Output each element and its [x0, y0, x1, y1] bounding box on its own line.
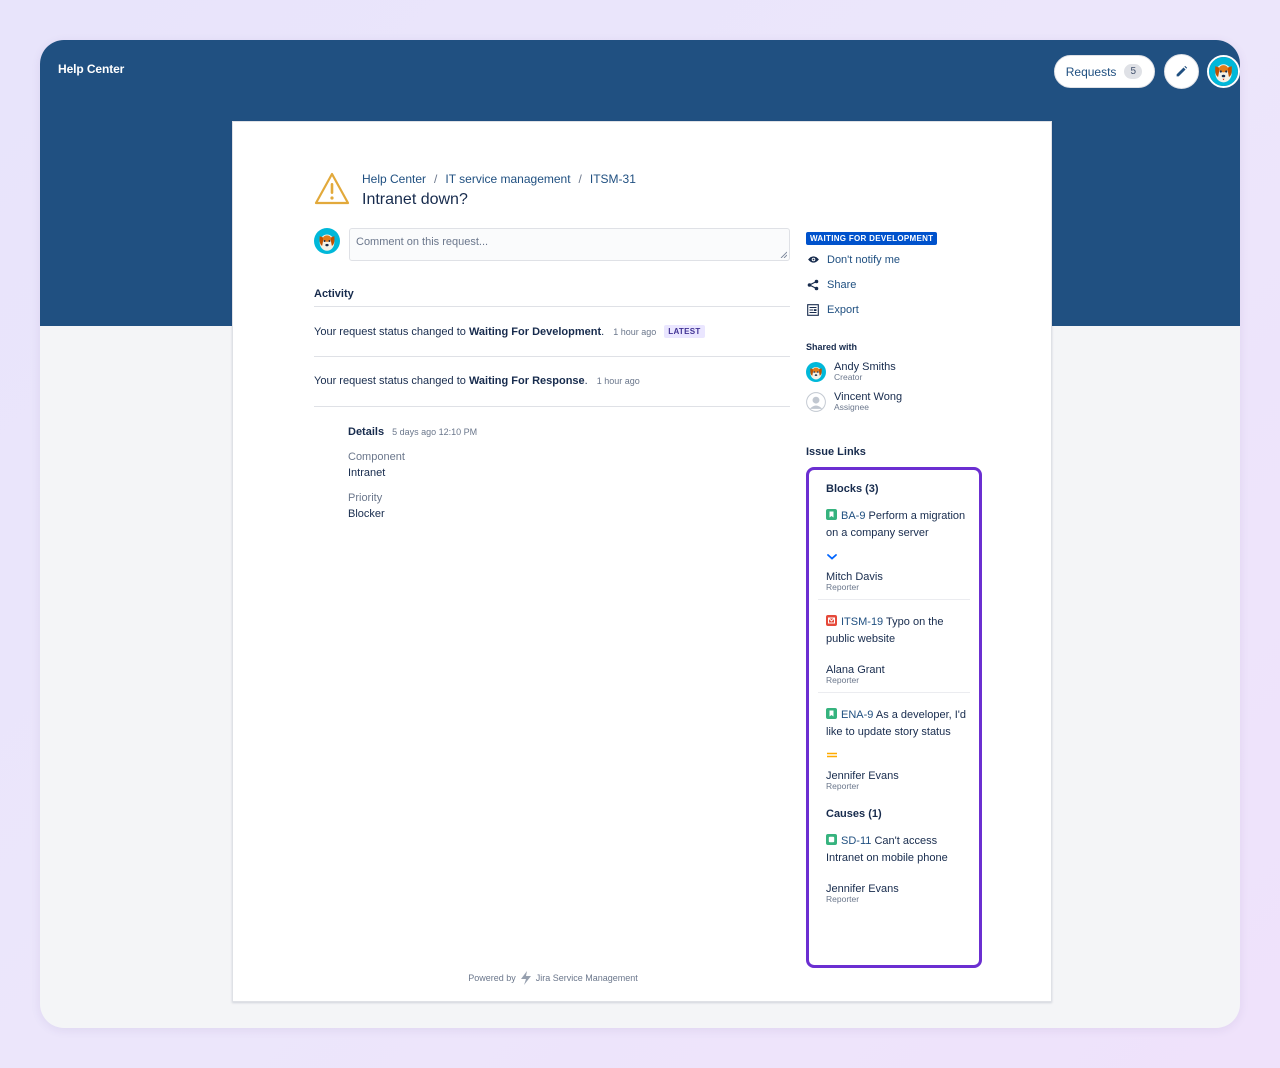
comment-placeholder: Comment on this request...	[356, 236, 489, 248]
shared-with-heading: Shared with	[806, 342, 858, 352]
default-avatar-icon	[806, 392, 826, 412]
reporter-role: Reporter	[826, 894, 860, 904]
incident-icon	[826, 615, 837, 626]
breadcrumb-separator: /	[578, 172, 582, 186]
export-label: Export	[827, 303, 859, 316]
user-avatar	[314, 228, 340, 254]
activity-item: Your request status changed to Waiting F…	[314, 325, 705, 338]
issue-key[interactable]: SD-11	[841, 835, 871, 847]
breadcrumb: Help Center / IT service management / IT…	[362, 172, 636, 186]
export-icon	[806, 303, 820, 316]
details-section: Details 5 days ago 12:10 PM Component In…	[348, 426, 477, 520]
reporter: Jennifer Evans Reporter	[826, 883, 979, 904]
field-value: Intranet	[348, 467, 386, 479]
breadcrumb-separator: /	[434, 172, 438, 186]
user-avatar[interactable]	[1207, 55, 1240, 88]
service-request-icon	[826, 834, 837, 845]
field-value: Blocker	[348, 508, 385, 520]
activity-suffix: .	[601, 325, 605, 338]
breadcrumb-it-service-management[interactable]: IT service management	[445, 172, 570, 186]
requests-label: Requests	[1065, 64, 1117, 79]
request-sidebar: WAITING FOR DEVELOPMENT Don't notify me …	[806, 228, 1006, 412]
details-time: 5 days ago 12:10 PM	[392, 427, 478, 437]
page-title: Intranet down?	[362, 191, 468, 208]
person-role: Creator	[834, 372, 863, 382]
chevron-down-icon	[826, 548, 979, 562]
jira-logo-icon	[520, 971, 531, 985]
footer: Powered by Jira Service Management	[233, 971, 1053, 985]
linked-issue[interactable]: ENA-9 As a developer, I'd like to update…	[826, 707, 968, 740]
activity-status: Waiting For Development	[468, 325, 602, 338]
reporter-role: Reporter	[826, 675, 860, 685]
breadcrumb-issue-key[interactable]: ITSM-31	[590, 172, 636, 186]
warning-icon	[314, 172, 350, 205]
divider	[314, 356, 790, 357]
request-card: Help Center / IT service management / IT…	[232, 121, 1052, 1002]
top-actions: Requests 5	[1053, 54, 1240, 89]
requests-count-badge: 5	[1124, 64, 1142, 79]
reporter: Jennifer Evans Reporter	[826, 770, 979, 791]
story-icon	[826, 509, 837, 520]
eye-icon	[806, 255, 820, 264]
divider	[314, 306, 790, 307]
activity-text: Your request status changed to	[314, 375, 466, 387]
reporter: Mitch Davis Reporter	[826, 571, 979, 592]
comment-input[interactable]: Comment on this request...	[349, 228, 790, 261]
dont-notify-button[interactable]: Don't notify me	[806, 247, 1006, 272]
link-group-title: Blocks (3)	[826, 483, 879, 495]
reporter: Alana Grant Reporter	[826, 664, 979, 685]
divider	[818, 692, 970, 693]
help-center-title[interactable]: Help Center	[58, 62, 124, 76]
product-name[interactable]: Jira Service Management	[536, 973, 638, 983]
export-button[interactable]: Export	[806, 297, 1006, 322]
reporter-role: Reporter	[826, 582, 860, 592]
field-label: Priority	[348, 492, 383, 504]
shared-person: Andy Smiths Creator	[806, 362, 1006, 382]
powered-by-text: Powered by	[468, 973, 516, 983]
issue-key[interactable]: BA-9	[841, 510, 865, 522]
linked-issue[interactable]: BA-9 Perform a migration on a company se…	[826, 508, 968, 541]
activity-heading: Activity	[314, 288, 354, 300]
activity-status: Waiting For Response	[468, 375, 585, 387]
share-label: Share	[827, 278, 857, 291]
medium-priority-icon	[826, 747, 979, 761]
activity-time: 1 hour ago	[596, 376, 640, 386]
dont-notify-label: Don't notify me	[827, 253, 901, 266]
activity-time: 1 hour ago	[613, 326, 657, 337]
issue-links-heading: Issue Links	[806, 446, 866, 458]
share-icon	[806, 279, 820, 291]
app-window: Help Center Requests 5 Help Center / IT …	[40, 40, 1240, 1028]
field-label: Component	[348, 451, 405, 463]
status-lozenge: WAITING FOR DEVELOPMENT	[806, 232, 938, 245]
link-group-title: Causes (1)	[826, 808, 882, 820]
divider	[314, 406, 790, 407]
latest-badge: LATEST	[664, 325, 705, 338]
story-icon	[826, 708, 837, 719]
pencil-icon	[1176, 65, 1188, 77]
details-heading: Details	[348, 426, 385, 438]
resize-grip-icon[interactable]	[780, 251, 787, 258]
linked-issue[interactable]: ITSM-19 Typo on the public website	[826, 614, 968, 647]
breadcrumb-help-center[interactable]: Help Center	[362, 172, 426, 186]
details-header[interactable]: Details 5 days ago 12:10 PM	[348, 426, 477, 438]
issue-key[interactable]: ITSM-19	[841, 616, 883, 628]
issue-links-panel: Blocks (3) BA-9 Perform a migration on a…	[806, 467, 982, 968]
activity-item: Your request status changed to Waiting F…	[314, 375, 640, 387]
linked-issue[interactable]: SD-11 Can't access Intranet on mobile ph…	[826, 833, 968, 866]
activity-suffix: .	[584, 375, 588, 387]
share-button[interactable]: Share	[806, 272, 1006, 297]
person-role: Assignee	[834, 402, 869, 412]
edit-button[interactable]	[1164, 54, 1199, 89]
issue-key[interactable]: ENA-9	[841, 709, 873, 721]
divider	[818, 599, 970, 600]
shared-person: Vincent Wong Assignee	[806, 392, 1006, 412]
requests-button[interactable]: Requests 5	[1053, 55, 1155, 88]
avatar	[806, 362, 826, 382]
activity-text: Your request status changed to	[314, 325, 466, 338]
reporter-role: Reporter	[826, 781, 860, 791]
